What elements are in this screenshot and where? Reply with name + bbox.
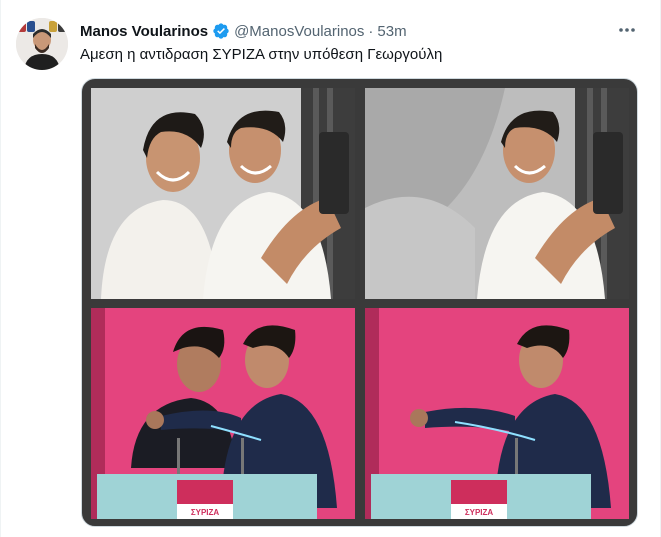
- tweet-text: Αμεση η αντιδραση ΣΥΡΙΖΑ στην υπόθεση Γε…: [80, 46, 443, 63]
- author-handle[interactable]: @ManosVoularinos: [234, 23, 364, 40]
- media-image-embrace-original[interactable]: ΣΥΡΙΖΑ: [91, 308, 355, 519]
- author-name[interactable]: Manos Voularinos: [80, 23, 208, 40]
- avatar-image: [16, 18, 68, 70]
- podium-label: ΣΥΡΙΖΑ: [191, 508, 220, 517]
- more-options-button[interactable]: [615, 20, 639, 40]
- media-grid[interactable]: ΣΥΡΙΖΑ ΣΥΡΙΖΑ: [81, 78, 638, 527]
- verified-badge-icon: [212, 22, 230, 40]
- frame-border-left: [0, 0, 1, 537]
- more-horizontal-icon: [619, 28, 635, 32]
- separator-dot: ·: [368, 22, 374, 40]
- media-image-selfie-original[interactable]: [91, 88, 355, 299]
- avatar[interactable]: [16, 18, 68, 70]
- timestamp[interactable]: 53m: [377, 23, 406, 40]
- podium-label: ΣΥΡΙΖΑ: [465, 508, 494, 517]
- media-image-selfie-edited[interactable]: [365, 88, 629, 299]
- tweet-header: Manos Voularinos @ManosVoularinos · 53m: [80, 20, 645, 42]
- media-image-embrace-edited[interactable]: ΣΥΡΙΖΑ: [365, 308, 629, 519]
